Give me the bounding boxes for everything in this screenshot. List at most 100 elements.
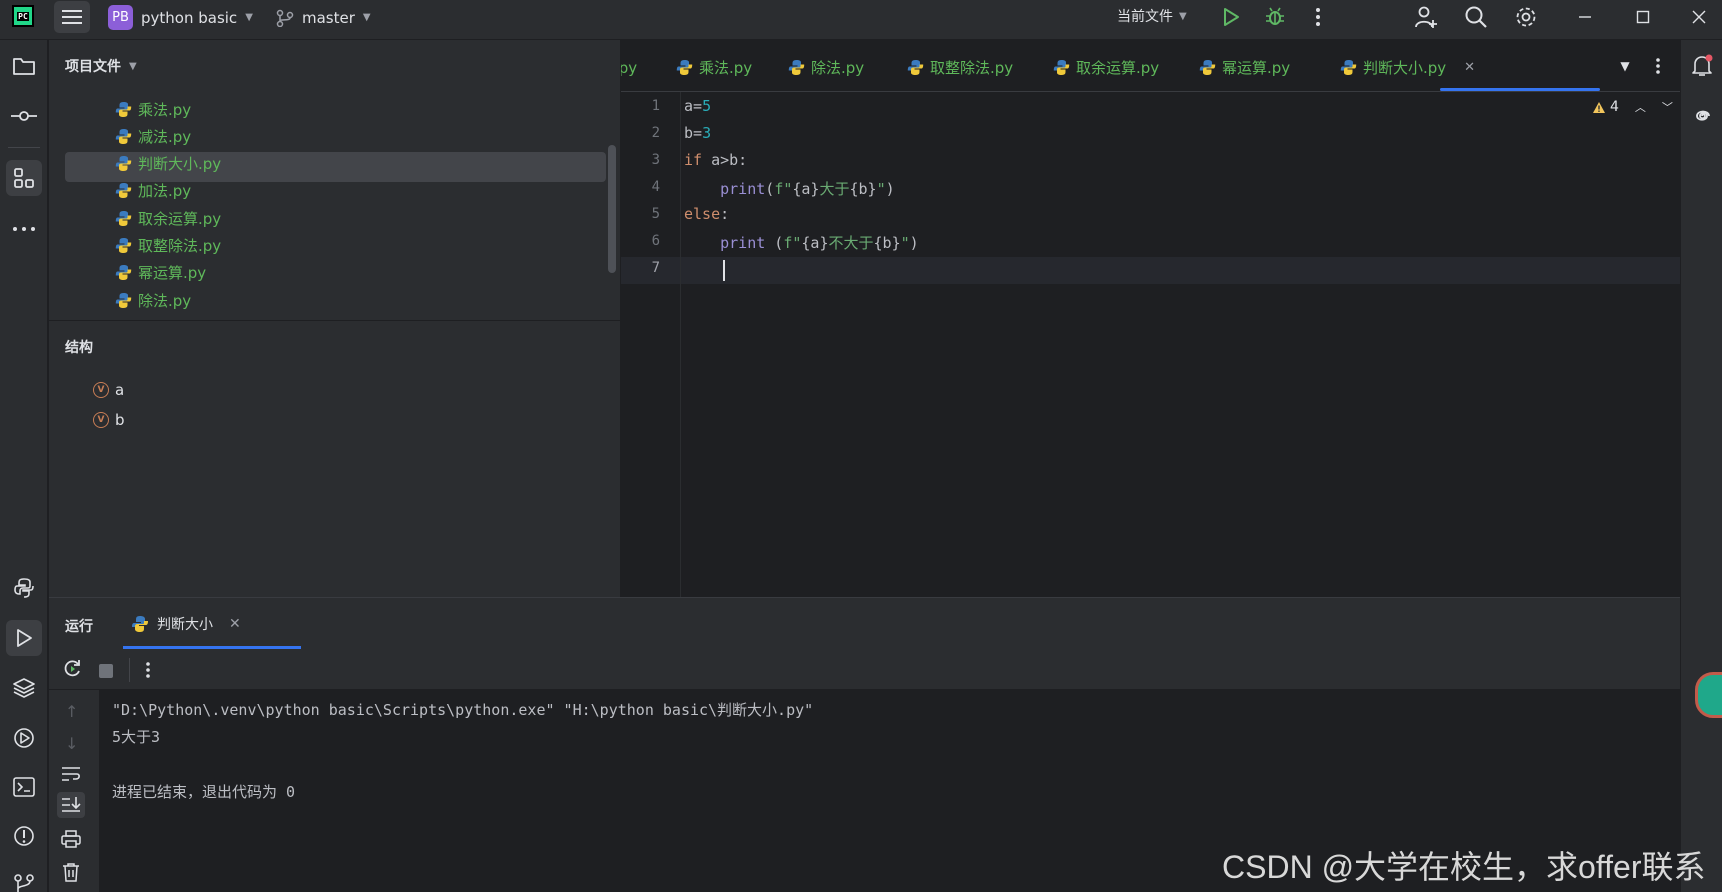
trash-icon (63, 863, 79, 882)
python-file-icon (1053, 60, 1070, 75)
settings-button[interactable] (1513, 4, 1539, 30)
tab-label: 幂运算.py (1222, 59, 1291, 77)
problems-icon (14, 826, 34, 846)
python-file-icon (115, 183, 132, 199)
project-tool-button[interactable] (6, 48, 42, 84)
divider (8, 147, 40, 148)
line-number: 3 (651, 152, 660, 168)
problems-tool-button[interactable] (6, 818, 42, 854)
run-config-selector[interactable]: 当前文件 ▼ (1117, 6, 1187, 26)
add-user-button[interactable] (1413, 4, 1439, 30)
tab-list-button[interactable]: ▼ (1612, 53, 1638, 79)
left-tool-strip (0, 40, 48, 892)
gutter-divider (680, 92, 681, 597)
commit-tool-button[interactable] (6, 98, 42, 134)
active-run-tab-indicator (123, 646, 301, 649)
file-name: 乘法.py (138, 100, 192, 119)
run-more-button[interactable] (146, 662, 150, 682)
project-tree-file[interactable]: 除法.py (115, 289, 191, 311)
tab-label: 法.py (621, 59, 638, 77)
project-tree-scrollbar[interactable] (608, 145, 616, 273)
python-file-icon (115, 210, 132, 226)
python-file-icon (115, 238, 132, 253)
tab-label: 取余运算.py (1076, 59, 1160, 77)
close-tab-icon[interactable]: ✕ (1464, 60, 1475, 75)
code-editor[interactable] (621, 92, 1680, 597)
file-name: 取余运算.py (138, 209, 222, 228)
editor-tab[interactable]: 乘法.py (676, 57, 752, 78)
maximize-window-button[interactable] (1630, 4, 1656, 30)
project-tree-file[interactable]: 幂运算.py (115, 262, 206, 284)
console-line-output: 5大于3 (112, 728, 161, 746)
project-tree-file[interactable]: 乘法.py (115, 98, 191, 120)
run-tab[interactable]: 判断大小 ✕ (131, 614, 241, 634)
print-icon (61, 830, 81, 848)
structure-item-a[interactable]: V a (93, 381, 124, 399)
project-tree-file[interactable]: 取整除法.py (115, 235, 221, 257)
structure-tool-button[interactable] (6, 160, 42, 196)
editor-tab[interactable]: 法.py (621, 57, 637, 78)
more-actions-button[interactable] (1305, 4, 1331, 30)
floating-assistant-icon[interactable] (1695, 672, 1722, 718)
tab-label: 取整除法.py (930, 59, 1014, 77)
minimize-window-button[interactable] (1572, 4, 1598, 30)
project-tree-file[interactable]: 判断大小.py (115, 153, 221, 175)
inspection-widget[interactable]: 4 ︿ ﹀ (1592, 99, 1673, 115)
run-config-label: 当前文件 (1117, 9, 1173, 25)
python-icon (14, 578, 34, 598)
code-line-5[interactable]: else: (684, 205, 729, 223)
project-tree-file[interactable]: 取余运算.py (115, 207, 221, 229)
code-line-1[interactable]: a=5 (684, 97, 711, 115)
more-horizontal-icon (13, 227, 35, 231)
project-tree-file[interactable]: 减法.py (115, 125, 191, 147)
layers-tool-button[interactable] (6, 670, 42, 706)
run-button[interactable] (1218, 4, 1244, 30)
editor-tab[interactable]: 取余运算.py (1053, 57, 1159, 78)
code-line-3[interactable]: if a>b: (684, 151, 747, 169)
stop-icon[interactable] (99, 664, 113, 678)
soft-wrap-button[interactable] (61, 766, 81, 786)
structure-panel: 结构 V a V b (49, 320, 621, 597)
structure-icon (14, 168, 34, 188)
previous-highlight-icon[interactable]: ︿ (1635, 99, 1646, 115)
editor-tab[interactable]: 取整除法.py (907, 57, 1013, 78)
editor-tab[interactable]: 除法.py (788, 57, 864, 78)
services-tool-button[interactable] (6, 720, 42, 756)
right-tool-strip (1680, 40, 1722, 892)
terminal-tool-button[interactable] (6, 769, 42, 805)
arrow-down-icon[interactable]: ↓ (65, 734, 78, 753)
ai-assistant-button[interactable] (1684, 98, 1720, 134)
more-vertical-icon (1316, 8, 1320, 26)
close-icon[interactable]: ✕ (229, 616, 241, 632)
structure-panel-title: 结构 (65, 340, 93, 356)
python-file-icon (115, 265, 132, 281)
soft-wrap-icon (62, 767, 80, 781)
python-console-button[interactable] (6, 570, 42, 606)
variable-icon: V (93, 382, 109, 398)
run-tool-button[interactable] (6, 620, 42, 656)
structure-item-b[interactable]: V b (93, 411, 125, 429)
more-tools-button[interactable] (6, 211, 42, 247)
print-button[interactable] (61, 830, 81, 852)
debug-button[interactable] (1262, 4, 1288, 30)
git-tool-button[interactable] (6, 866, 42, 892)
search-button[interactable] (1463, 4, 1489, 30)
scroll-to-end-button[interactable] (57, 792, 85, 818)
python-file-icon (1199, 60, 1216, 75)
code-line-4[interactable]: print(f"{a}大于{b}") (684, 178, 895, 199)
editor-tab[interactable]: 幂运算.py (1199, 57, 1290, 78)
clear-console-button[interactable] (61, 862, 81, 886)
next-highlight-icon[interactable]: ﹀ (1662, 99, 1673, 115)
editor-tab[interactable]: 判断大小.py ✕ (1340, 57, 1475, 78)
editor-more-button[interactable] (1645, 53, 1671, 79)
rerun-button[interactable] (61, 658, 83, 684)
rerun-icon (64, 660, 80, 677)
arrow-up-icon[interactable]: ↑ (65, 702, 78, 721)
project-file-tree: 乘法.py 减法.py 判断大小.py 加法.py 取余运算.py 取整除法.py 幂运算.… (49, 0, 609, 320)
code-line-2[interactable]: b=3 (684, 124, 711, 142)
code-line-6[interactable]: print (f"{a}不大于{b}") (684, 232, 919, 253)
close-window-button[interactable] (1686, 4, 1712, 30)
notifications-button[interactable] (1684, 48, 1720, 84)
file-name: 加法.py (138, 182, 192, 201)
project-tree-file[interactable]: 加法.py (115, 180, 191, 202)
